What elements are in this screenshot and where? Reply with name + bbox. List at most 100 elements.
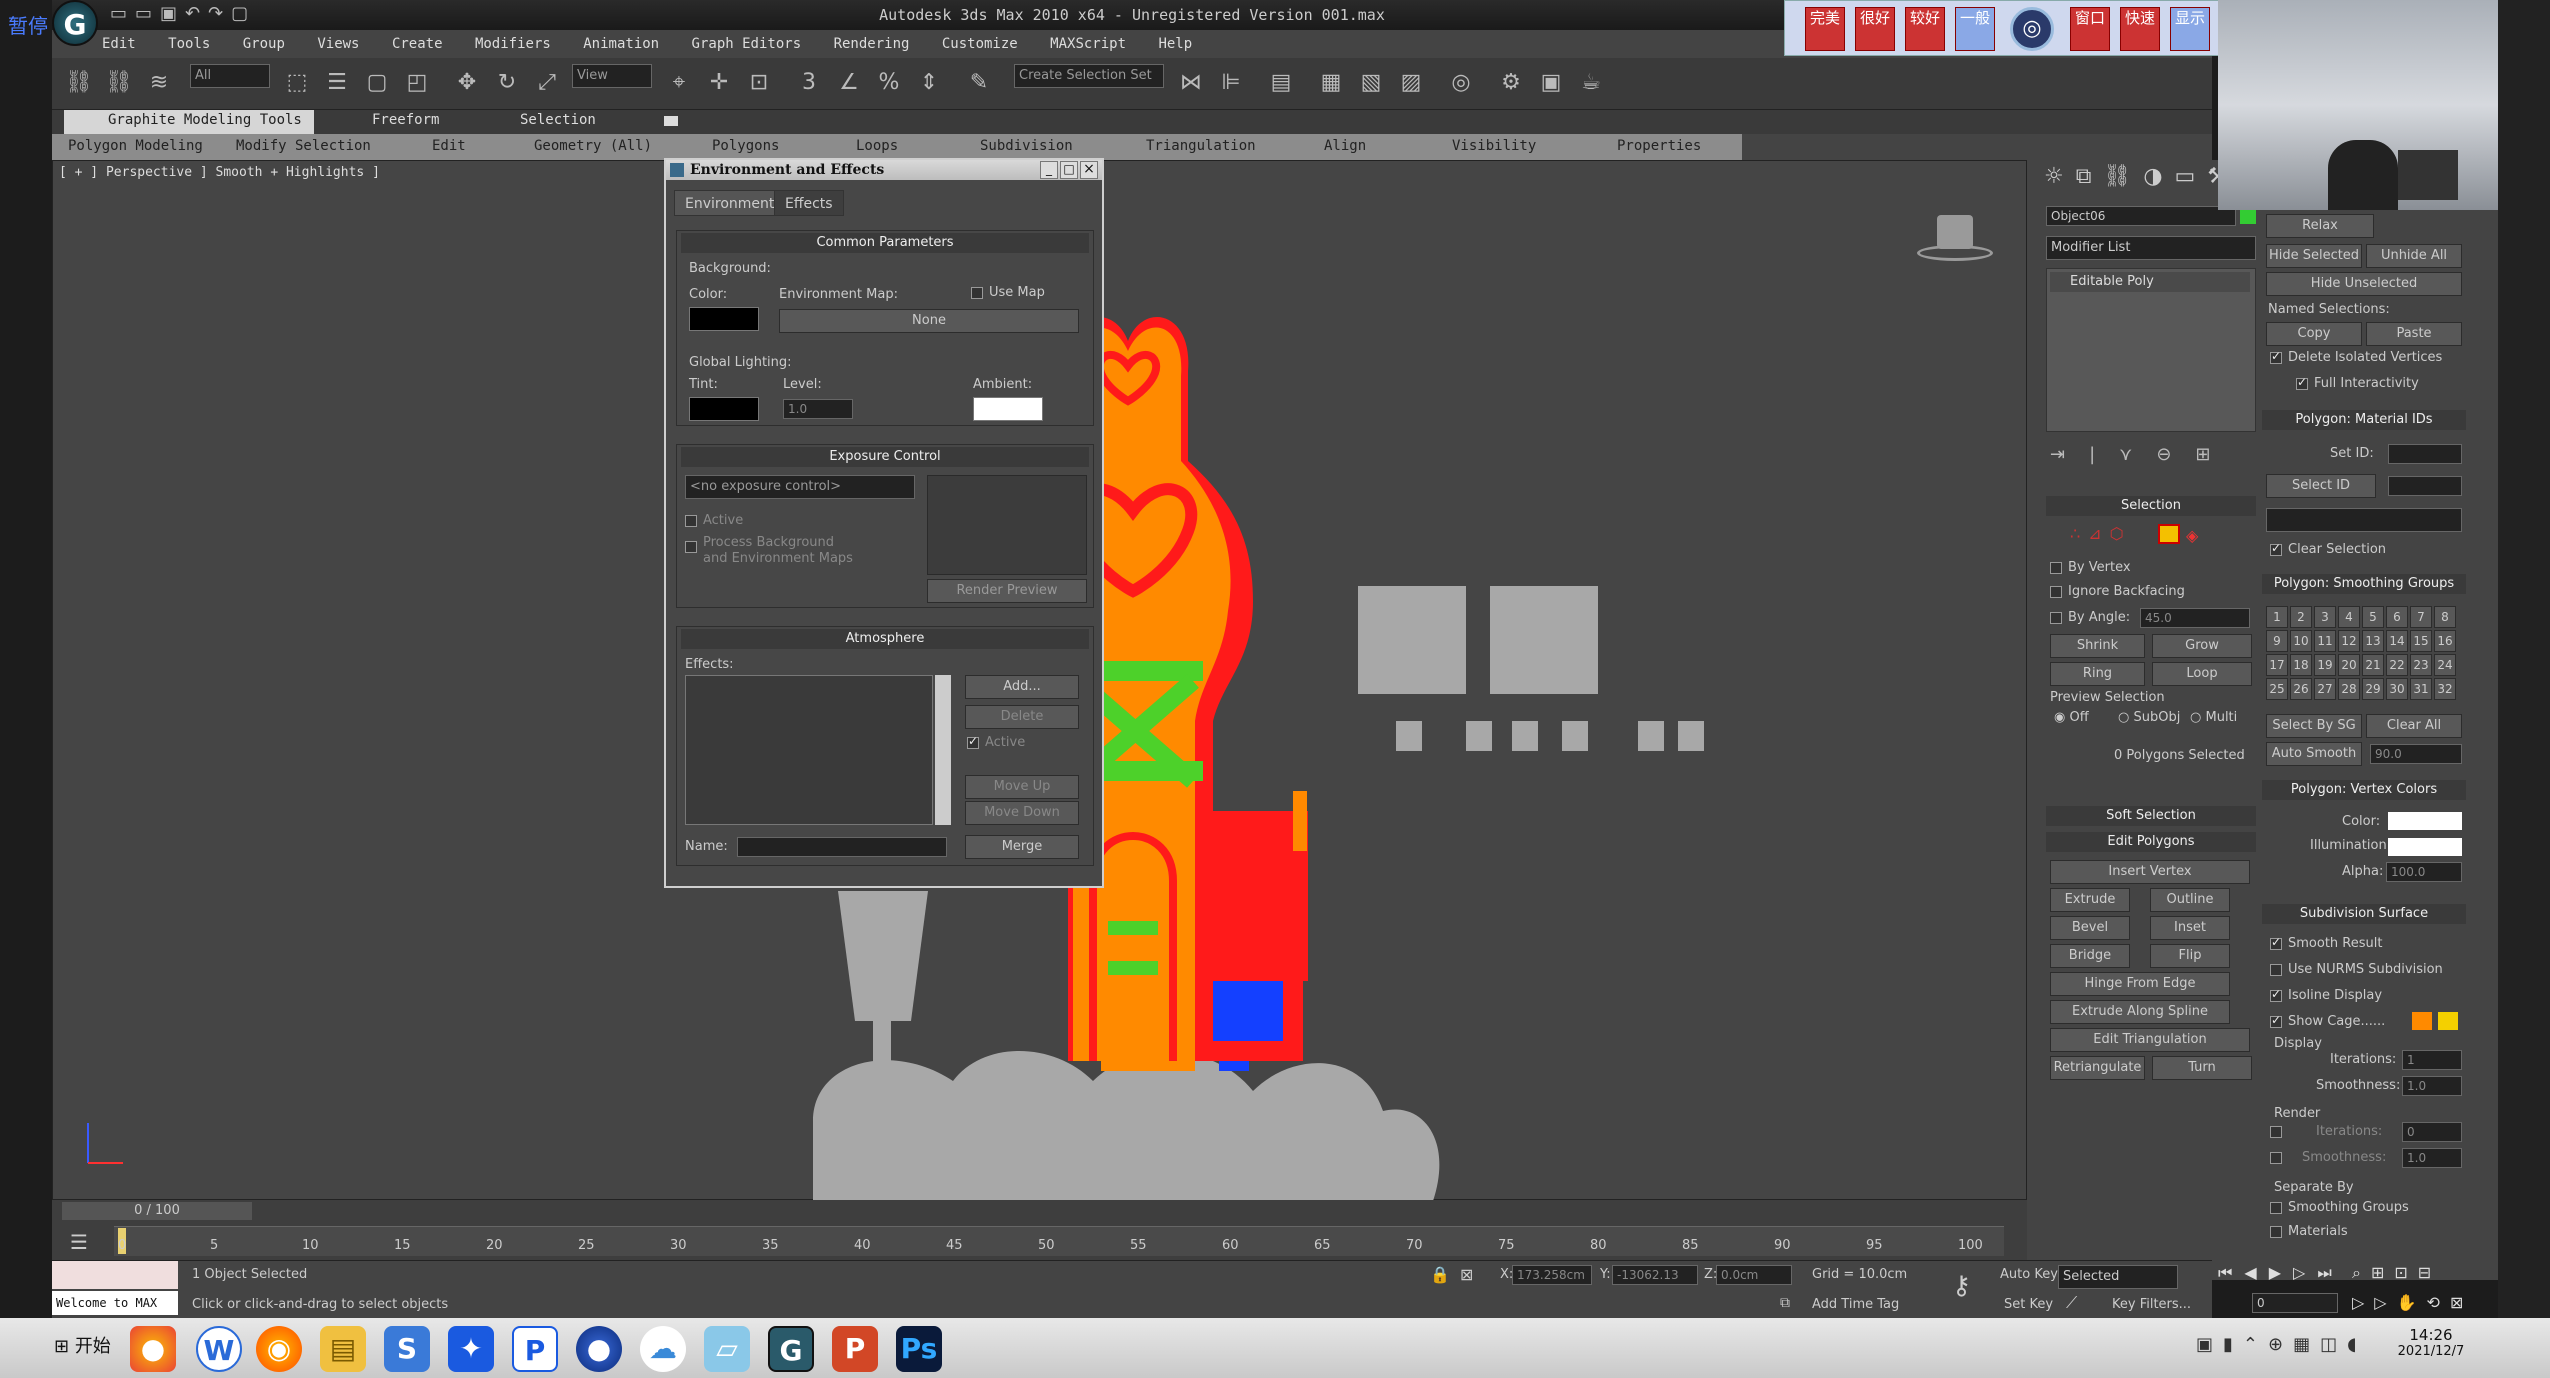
panel-triangulation[interactable]: Triangulation	[1146, 138, 1256, 154]
add-time-tag[interactable]: Add Time Tag	[1812, 1297, 1899, 1312]
minimize-icon[interactable]: _	[1040, 161, 1058, 179]
smoothing-group-button[interactable]: 4	[2338, 606, 2360, 628]
alpha-spinner[interactable]: 100.0	[2386, 862, 2462, 882]
keyboard-shortcut-icon[interactable]: ⊡	[742, 66, 776, 100]
current-frame-field[interactable]: 0	[2252, 1293, 2338, 1313]
render-teapot-icon[interactable]: ☕	[1574, 66, 1608, 100]
align-icon[interactable]: ⊫	[1214, 66, 1248, 100]
smoothing-group-button[interactable]: 17	[2266, 654, 2288, 676]
clear-selection-checkbox[interactable]	[2270, 541, 2282, 556]
spinner-snap-icon[interactable]: ⇕	[912, 66, 946, 100]
z-coordinate-field[interactable]: 0.0cm	[1716, 1265, 1792, 1285]
show-cage-checkbox[interactable]	[2270, 1013, 2282, 1028]
smoothing-group-button[interactable]: 5	[2362, 606, 2384, 628]
rect-selection-icon[interactable]: ▢	[360, 66, 394, 100]
render-iterations-spinner[interactable]: 0	[2402, 1122, 2462, 1142]
flip-button[interactable]: Flip	[2150, 944, 2230, 968]
smoothing-group-button[interactable]: 2	[2290, 606, 2312, 628]
cage-color-2[interactable]	[2438, 1012, 2458, 1030]
menu-views[interactable]: Views	[317, 36, 359, 52]
y-coordinate-field[interactable]: -13062.13	[1612, 1265, 1698, 1285]
env-map-button[interactable]: None	[779, 309, 1079, 333]
menu-edit[interactable]: Edit	[102, 36, 136, 52]
smoothing-group-button[interactable]: 30	[2386, 678, 2408, 700]
subdivision-surface-header[interactable]: Subdivision Surface	[2262, 904, 2466, 924]
smoothing-group-button[interactable]: 20	[2338, 654, 2360, 676]
select-object-icon[interactable]: ⬚	[280, 66, 314, 100]
smoothing-group-button[interactable]: 6	[2386, 606, 2408, 628]
wps-icon[interactable]: W	[196, 1326, 242, 1372]
hinge-from-edge-button[interactable]: Hinge From Edge	[2050, 972, 2230, 996]
cn-button-1[interactable]: 完美	[1805, 7, 1845, 51]
render-smoothness-spinner[interactable]: 1.0	[2402, 1148, 2462, 1168]
maxscript-mini-listener[interactable]	[52, 1261, 178, 1289]
element-level-icon[interactable]: ◈	[2186, 526, 2198, 545]
hide-unselected-button[interactable]: Hide Unselected	[2266, 272, 2462, 296]
clock[interactable]: 14:26 2021/12/7	[2376, 1326, 2486, 1359]
illumination-swatch[interactable]	[2388, 838, 2462, 856]
material-editor-icon[interactable]: ◎	[1444, 66, 1478, 100]
x-coordinate-field[interactable]: 173.258cm	[1512, 1265, 1592, 1285]
delete-effect-button[interactable]: Delete	[965, 705, 1079, 729]
quick-access-icons[interactable]: ▭▭▣↶↷▢	[110, 3, 256, 24]
smoothing-group-button[interactable]: 18	[2290, 654, 2312, 676]
ring-button[interactable]: Ring	[2050, 662, 2145, 686]
angle-spinner[interactable]: 45.0	[2140, 608, 2250, 628]
mini-curve-icon[interactable]: ☰	[70, 1230, 110, 1256]
panel-polygon-modeling[interactable]: Polygon Modeling	[68, 138, 203, 154]
grow-button[interactable]: Grow	[2152, 634, 2252, 658]
soft-selection-header[interactable]: Soft Selection	[2046, 806, 2256, 826]
command-panel-tabs-icons[interactable]: ☼⧉⛓◑▭⚒	[2044, 164, 2239, 189]
menu-graph-editors[interactable]: Graph Editors	[692, 36, 802, 52]
by-angle-checkbox[interactable]	[2050, 612, 2062, 624]
insert-vertex-button[interactable]: Insert Vertex	[2050, 860, 2250, 884]
panel-geometry[interactable]: Geometry (All)	[534, 138, 652, 154]
percent-snap-icon[interactable]: %	[872, 66, 906, 100]
bind-space-warp-icon[interactable]: ≋	[142, 66, 176, 100]
preview-subobj-radio[interactable]: ○ SubObj	[2118, 710, 2180, 725]
panel-subdivision[interactable]: Subdivision	[980, 138, 1073, 154]
cn-button-5[interactable]: 窗口	[2070, 7, 2110, 51]
auto-smooth-button[interactable]: Auto Smooth	[2266, 742, 2362, 766]
polygon-level-icon[interactable]	[2158, 524, 2180, 544]
cn-button-4[interactable]: 一般	[1955, 7, 1995, 51]
effects-list[interactable]	[685, 675, 933, 825]
select-id-spinner[interactable]	[2388, 476, 2462, 496]
smoothing-group-button[interactable]: 14	[2386, 630, 2408, 652]
atmosphere-header[interactable]: Atmosphere	[681, 629, 1089, 649]
set-key-button[interactable]: Set Key	[2004, 1297, 2053, 1312]
modifier-list-dropdown[interactable]: Modifier List	[2046, 236, 2256, 260]
time-tag-icon[interactable]: ⧉	[1780, 1295, 1790, 1311]
preview-multi-radio[interactable]: ○ Multi	[2190, 710, 2237, 725]
smoothing-group-button[interactable]: 21	[2362, 654, 2384, 676]
preview-off-radio[interactable]: ◉ Off	[2054, 710, 2089, 725]
select-by-name-icon[interactable]: ☰	[320, 66, 354, 100]
paste-button[interactable]: Paste	[2366, 322, 2462, 346]
layer-manager-icon[interactable]: ▤	[1264, 66, 1298, 100]
unlink-icon[interactable]: ⛓	[102, 66, 136, 100]
app-cloud-icon[interactable]: ☁	[640, 1326, 686, 1372]
display-iterations-spinner[interactable]: 1	[2402, 1050, 2462, 1070]
effect-name-field[interactable]	[737, 837, 947, 857]
render-preview-button[interactable]: Render Preview	[927, 579, 1087, 603]
loop-button[interactable]: Loop	[2152, 662, 2252, 686]
app-p-icon[interactable]: P	[512, 1326, 558, 1372]
tab-environment[interactable]: Environment	[674, 190, 786, 216]
smoothing-groups-header[interactable]: Polygon: Smoothing Groups	[2262, 574, 2466, 594]
smoothing-group-button[interactable]: 16	[2434, 630, 2456, 652]
extrude-button[interactable]: Extrude	[2050, 888, 2130, 912]
sep-sg-checkbox[interactable]	[2270, 1202, 2282, 1214]
background-color-swatch[interactable]	[689, 307, 759, 331]
ribbon-collapse-icon[interactable]	[664, 116, 678, 126]
select-id-button[interactable]: Select ID	[2266, 474, 2376, 498]
by-vertex-checkbox[interactable]	[2050, 562, 2062, 574]
effect-active-checkbox[interactable]	[967, 734, 979, 749]
subobject-level-icons[interactable]: ∴⊿⬡	[2070, 524, 2132, 543]
edit-named-sel-icon[interactable]: ✎	[962, 66, 996, 100]
manipulate-icon[interactable]: ✛	[702, 66, 736, 100]
pivot-icon[interactable]: ⌖	[662, 66, 696, 100]
exposure-header[interactable]: Exposure Control	[681, 447, 1089, 467]
photoshop-icon[interactable]: Ps	[896, 1326, 942, 1372]
bevel-button[interactable]: Bevel	[2050, 916, 2130, 940]
scale-icon[interactable]: ⤢	[530, 66, 564, 100]
